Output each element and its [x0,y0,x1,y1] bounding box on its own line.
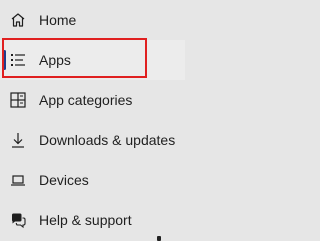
nav-item-downloads-updates[interactable]: Downloads & updates [0,120,185,160]
laptop-icon [9,171,27,189]
apps-list-icon [9,51,27,69]
nav-item-help-support[interactable]: Help & support [0,200,185,240]
selected-indicator [3,50,6,70]
download-icon [9,131,27,149]
nav-item-label: App categories [39,92,133,108]
nav-item-home[interactable]: Home [0,0,185,40]
nav-item-label: Downloads & updates [39,132,176,148]
nav-item-label: Home [39,12,77,28]
nav-item-label: Apps [39,52,71,68]
app-categories-icon [9,91,27,109]
nav-item-apps[interactable]: Apps [0,40,185,80]
cursor-icon [157,236,161,241]
navigation-pane: Home Apps App categories Downloads & upd… [0,0,317,241]
nav-item-app-categories[interactable]: App categories [0,80,185,120]
home-icon [9,11,27,29]
nav-item-label: Devices [39,172,89,188]
nav-item-label: Help & support [39,212,132,228]
nav-item-devices[interactable]: Devices [0,160,185,200]
help-chat-icon [9,211,27,229]
